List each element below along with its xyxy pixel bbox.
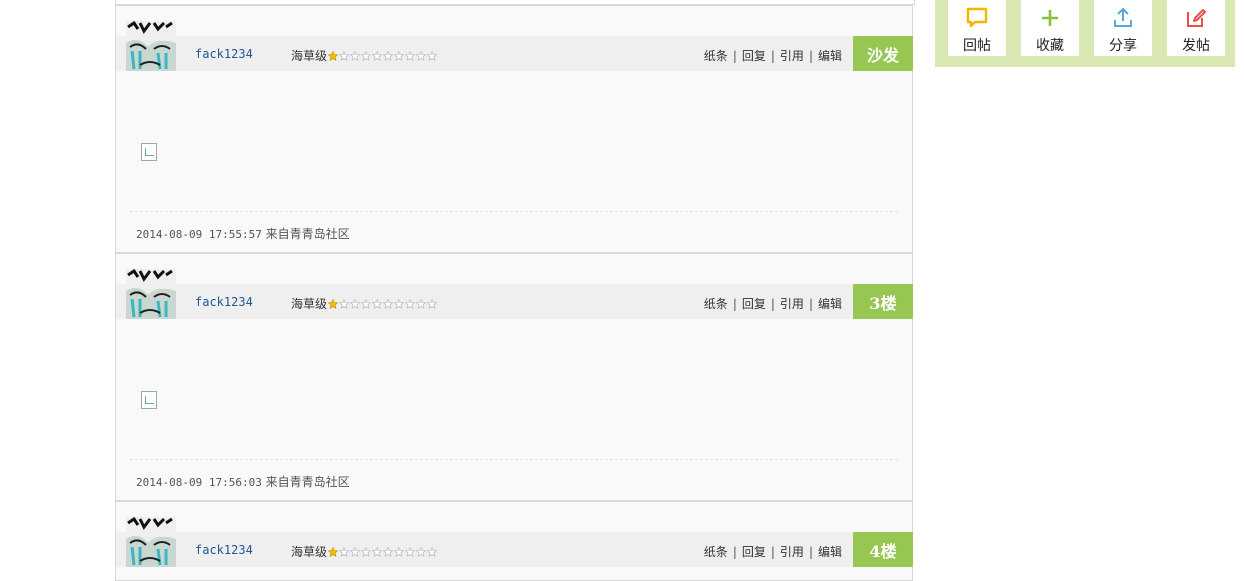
- star-empty-icon: [372, 298, 383, 309]
- share-button[interactable]: 分享: [1094, 0, 1152, 56]
- avatar[interactable]: [126, 21, 176, 71]
- avatar[interactable]: [126, 269, 176, 319]
- star-empty-icon: [339, 50, 350, 61]
- level-label: 海草级: [291, 49, 328, 63]
- star-filled-icon: [328, 546, 339, 557]
- star-empty-icon: [416, 546, 427, 557]
- star-rating: [328, 298, 438, 309]
- star-empty-icon: [361, 298, 372, 309]
- post-floor-3: fack1234 海草级 纸条 | 回复 | 引用 | 编辑 3楼 2014-08-0…: [115, 253, 913, 501]
- edit-icon: [1187, 9, 1206, 27]
- reply-link[interactable]: 回复: [742, 543, 766, 560]
- favorite-label: 收藏: [1036, 38, 1064, 54]
- quote-link[interactable]: 引用: [780, 47, 804, 64]
- floor-badge: 3楼: [853, 284, 913, 319]
- username[interactable]: fack1234: [195, 295, 253, 309]
- post-timestamp: 2014-08-09 17:55:57: [136, 228, 262, 241]
- post-actions: 纸条 | 回复 | 引用 | 编辑: [703, 543, 842, 560]
- star-empty-icon: [405, 50, 416, 61]
- avatar[interactable]: [126, 517, 176, 567]
- edit-link[interactable]: 编辑: [818, 47, 842, 64]
- star-empty-icon: [405, 298, 416, 309]
- floor-badge: 沙发: [853, 36, 913, 71]
- star-empty-icon: [372, 546, 383, 557]
- user-level: 海草级: [291, 47, 438, 64]
- star-empty-icon: [427, 298, 438, 309]
- post-floor-4: fack1234 海草级 纸条 | 回复 | 引用 | 编辑 4楼: [115, 501, 913, 581]
- quote-link[interactable]: 引用: [780, 295, 804, 312]
- star-empty-icon: [383, 298, 394, 309]
- quote-link[interactable]: 引用: [780, 543, 804, 560]
- divider: [130, 211, 898, 212]
- post-source: 来自青青岛社区: [265, 475, 350, 489]
- star-empty-icon: [350, 546, 361, 557]
- level-label: 海草级: [291, 297, 328, 311]
- level-label: 海草级: [291, 545, 328, 559]
- star-empty-icon: [350, 50, 361, 61]
- post-sofa: fack1234 海草级 纸条 | 回复 | 引用 | 编辑 沙发 2014-08-0…: [115, 5, 913, 253]
- star-rating: [328, 546, 438, 557]
- upload-icon: [1114, 7, 1132, 27]
- edit-link[interactable]: 编辑: [818, 295, 842, 312]
- broken-image-icon: [141, 391, 157, 409]
- star-empty-icon: [350, 298, 361, 309]
- star-empty-icon: [427, 546, 438, 557]
- star-empty-icon: [361, 546, 372, 557]
- star-filled-icon: [328, 50, 339, 61]
- star-filled-icon: [328, 298, 339, 309]
- note-link[interactable]: 纸条: [704, 47, 728, 64]
- reply-link[interactable]: 回复: [742, 47, 766, 64]
- new-post-label: 发帖: [1182, 38, 1210, 54]
- username[interactable]: fack1234: [195, 543, 253, 557]
- user-level: 海草级: [291, 295, 438, 312]
- comment-icon: [966, 7, 988, 28]
- post-actions: 纸条 | 回复 | 引用 | 编辑: [703, 295, 842, 312]
- divider: [130, 459, 898, 460]
- share-label: 分享: [1109, 38, 1137, 54]
- floor-badge: 4楼: [853, 532, 913, 567]
- star-empty-icon: [394, 50, 405, 61]
- star-empty-icon: [339, 298, 350, 309]
- post-timestamp: 2014-08-09 17:56:03: [136, 476, 262, 489]
- user-level: 海草级: [291, 543, 438, 560]
- note-link[interactable]: 纸条: [704, 295, 728, 312]
- post-actions: 纸条 | 回复 | 引用 | 编辑: [703, 47, 842, 64]
- star-empty-icon: [339, 546, 350, 557]
- star-empty-icon: [416, 50, 427, 61]
- star-empty-icon: [372, 50, 383, 61]
- new-post-button[interactable]: 发帖: [1167, 0, 1225, 56]
- star-empty-icon: [394, 298, 405, 309]
- plus-icon: [1042, 10, 1058, 26]
- reply-post-label: 回帖: [963, 38, 991, 54]
- broken-image-icon: [141, 143, 157, 161]
- post-meta: 2014-08-09 17:55:57 来自青青岛社区: [136, 225, 350, 242]
- username[interactable]: fack1234: [195, 47, 253, 61]
- reply-link[interactable]: 回复: [742, 295, 766, 312]
- star-empty-icon: [405, 546, 416, 557]
- star-empty-icon: [394, 546, 405, 557]
- post-source: 来自青青岛社区: [265, 227, 350, 241]
- star-empty-icon: [383, 546, 394, 557]
- star-rating: [328, 50, 438, 61]
- post-toolbar: 回帖 收藏 分享 发帖: [935, 0, 1235, 67]
- star-empty-icon: [427, 50, 438, 61]
- favorite-button[interactable]: 收藏: [1021, 0, 1079, 56]
- reply-post-button[interactable]: 回帖: [948, 0, 1006, 56]
- note-link[interactable]: 纸条: [704, 543, 728, 560]
- post-meta: 2014-08-09 17:56:03 来自青青岛社区: [136, 473, 350, 490]
- edit-link[interactable]: 编辑: [818, 543, 842, 560]
- star-empty-icon: [383, 50, 394, 61]
- star-empty-icon: [416, 298, 427, 309]
- star-empty-icon: [361, 50, 372, 61]
